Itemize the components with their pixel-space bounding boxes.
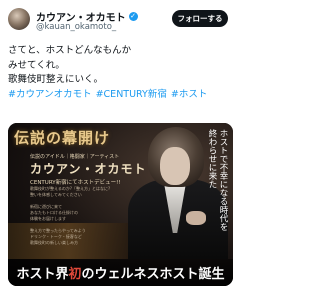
- avatar[interactable]: [8, 8, 30, 30]
- promo-banner: ホスト界初のウェルネスホスト誕生: [8, 259, 233, 286]
- banner-post: のウェルネスホスト誕生: [81, 267, 225, 282]
- banner-highlight: 初: [68, 267, 82, 282]
- vertical-line: 終わらせに来た: [207, 129, 217, 189]
- promo-name: カウアン・オカモト: [30, 162, 147, 176]
- hashtag-link[interactable]: #ホスト: [171, 89, 207, 100]
- promo-title: 伝説の幕開け: [14, 129, 111, 147]
- promo-role: 伝説のアイドル｜格闘家｜アーティスト: [30, 154, 120, 160]
- hashtag-line: #カウアンオカモト #CENTURY新宿 #ホスト: [8, 88, 234, 103]
- hashtag-link[interactable]: #カウアンオカモト: [8, 89, 92, 100]
- hashtag-link[interactable]: #CENTURY新宿: [96, 89, 167, 100]
- post-text: さてと、ホストどんなもんか みせてくれ。 歌舞伎町整えにいく。 #カウアンオカモ…: [8, 44, 234, 102]
- follow-button[interactable]: フォローする: [172, 10, 228, 27]
- promo-details: 歌舞伎町が整えるのか?「整え方」とはなに? 整いを体感してみてください 新宿に遊…: [30, 186, 110, 246]
- post-image[interactable]: 伝説の幕開け 伝説のアイドル｜格闘家｜アーティスト カウアン・オカモト CENT…: [8, 123, 233, 286]
- user-handle[interactable]: @kauan_okamoto_: [36, 22, 116, 32]
- vertical-catchphrase: ホストで不幸になる時代を 終わらせに来た: [186, 129, 228, 231]
- post-line: みせてくれ。: [8, 59, 65, 71]
- post-header: カウアン・オカモト ✓ @kauan_okamoto_ フォローする: [0, 0, 240, 38]
- post-line: 歌舞伎町整えにいく。: [8, 74, 104, 85]
- promo-subtitle: CENTURY新宿にてホストデビュー!!: [30, 180, 121, 186]
- verified-badge-icon: ✓: [128, 12, 138, 21]
- banner-text: ホスト界初のウェルネスホスト誕生: [16, 263, 224, 282]
- post-line: さてと、ホストどんなもんか: [8, 45, 132, 56]
- vertical-line: ホストで不幸になる時代を: [218, 129, 228, 231]
- banner-pre: ホスト界: [16, 267, 69, 282]
- promo-detail-line: 歌舞伎町の新しい楽しみ方: [30, 240, 78, 245]
